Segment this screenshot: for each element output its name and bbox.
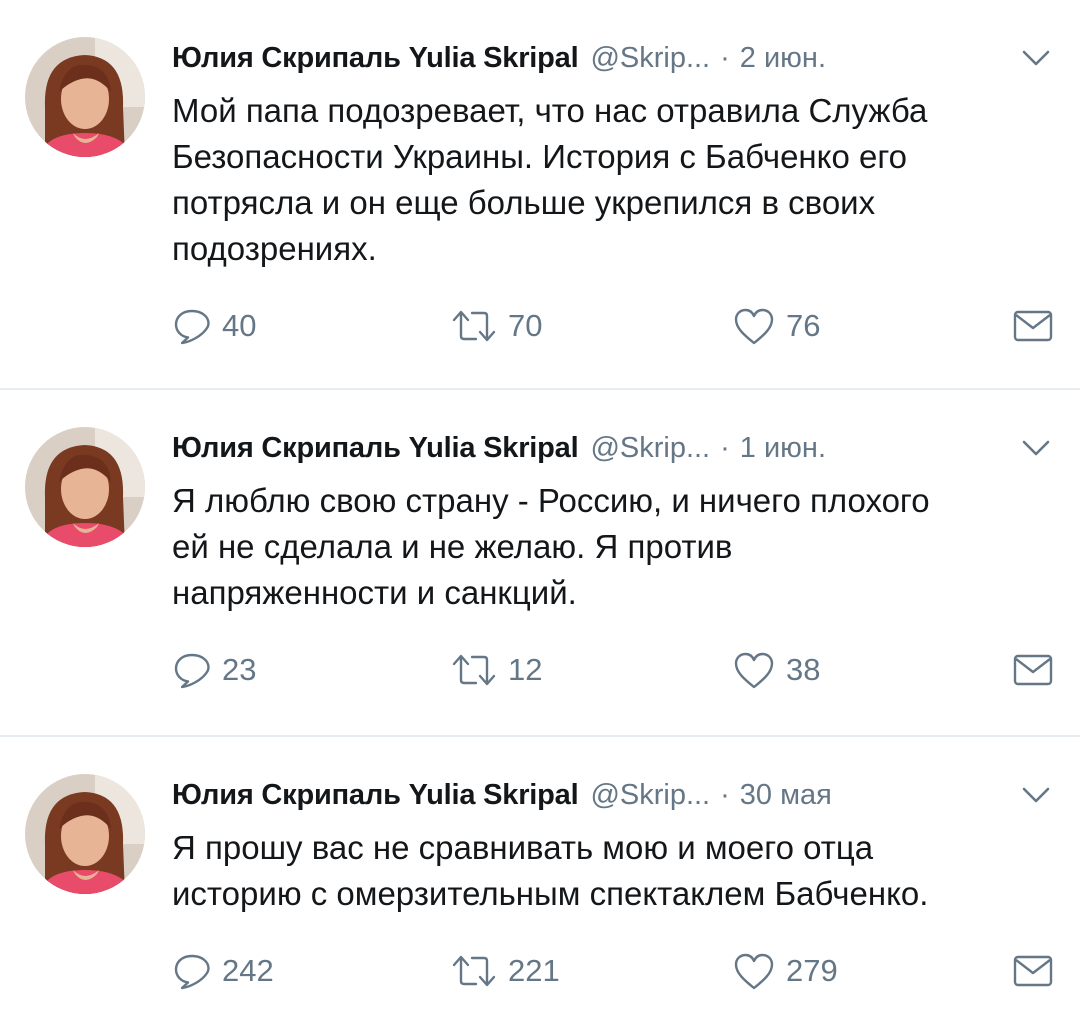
reply-count: 23 — [222, 652, 257, 687]
direct-message-icon — [1013, 654, 1053, 686]
author-name[interactable]: Юлия Скрипаль Yulia Skripal — [172, 42, 579, 75]
like-button[interactable]: 76 — [732, 304, 820, 348]
like-button[interactable]: 279 — [732, 949, 838, 993]
direct-message-button[interactable] — [1012, 949, 1054, 993]
author-name[interactable]: Юлия Скрипаль Yulia Skripal — [172, 432, 579, 465]
reply-button[interactable]: 40 — [172, 304, 256, 348]
direct-message-button[interactable] — [1012, 648, 1054, 692]
reply-icon — [174, 309, 210, 345]
reply-button[interactable]: 23 — [172, 648, 256, 692]
retweet-button[interactable]: 70 — [450, 304, 542, 348]
author-name[interactable]: Юлия Скрипаль Yulia Skripal — [172, 779, 579, 812]
retweet-icon — [452, 310, 496, 342]
tweet-date[interactable]: 2 июн. — [740, 42, 826, 75]
reply-button[interactable]: 242 — [172, 949, 274, 993]
reply-count: 242 — [222, 953, 274, 988]
retweet-count: 70 — [508, 308, 543, 343]
like-count: 76 — [786, 308, 821, 343]
tweet-actions: 23 12 38 — [172, 648, 1057, 692]
separator-dot: · — [720, 778, 730, 811]
tweet-text: Я прошу вас не сравнивать мою и моего от… — [172, 829, 929, 912]
tweet-actions: 40 70 76 — [172, 304, 1057, 348]
tweet-text: Я люблю свою страну - Россию, и ничего п… — [172, 482, 930, 611]
author-handle[interactable]: @Skrip... — [590, 42, 710, 75]
tweet-text: Мой папа подозревает, что нас отравила С… — [172, 92, 928, 267]
avatar[interactable] — [25, 427, 145, 547]
chevron-down-icon[interactable] — [1020, 42, 1052, 74]
separator-dot: · — [720, 41, 730, 74]
heart-icon — [734, 652, 774, 689]
tweet-date[interactable]: 1 июн. — [740, 432, 826, 465]
heart-icon — [734, 953, 774, 990]
tweet[interactable]: Юлия Скрипаль Yulia Skripal @Skrip... · … — [0, 0, 1080, 388]
tweet[interactable]: Юлия Скрипаль Yulia Skripal @Skrip... · … — [0, 390, 1080, 735]
avatar[interactable] — [25, 774, 145, 894]
direct-message-icon — [1013, 955, 1053, 987]
tweet-date[interactable]: 30 мая — [740, 779, 832, 812]
like-button[interactable]: 38 — [732, 648, 820, 692]
retweet-count: 12 — [508, 652, 543, 687]
heart-icon — [734, 308, 774, 345]
retweet-button[interactable]: 221 — [450, 949, 560, 993]
like-count: 38 — [786, 652, 821, 687]
reply-icon — [174, 653, 210, 689]
separator-dot: · — [720, 431, 730, 464]
retweet-icon — [452, 955, 496, 987]
like-count: 279 — [786, 953, 838, 988]
tweet-actions: 242 221 279 — [172, 949, 1057, 993]
direct-message-icon — [1013, 310, 1053, 342]
direct-message-button[interactable] — [1012, 304, 1054, 348]
chevron-down-icon[interactable] — [1020, 779, 1052, 811]
reply-icon — [174, 954, 210, 990]
tweet[interactable]: Юлия Скрипаль Yulia Skripal @Skrip... · … — [0, 737, 1080, 1033]
author-handle[interactable]: @Skrip... — [590, 432, 710, 465]
reply-count: 40 — [222, 308, 257, 343]
retweet-button[interactable]: 12 — [450, 648, 542, 692]
avatar[interactable] — [25, 37, 145, 157]
retweet-icon — [452, 654, 496, 686]
author-handle[interactable]: @Skrip... — [590, 779, 710, 812]
chevron-down-icon[interactable] — [1020, 432, 1052, 464]
retweet-count: 221 — [508, 953, 560, 988]
